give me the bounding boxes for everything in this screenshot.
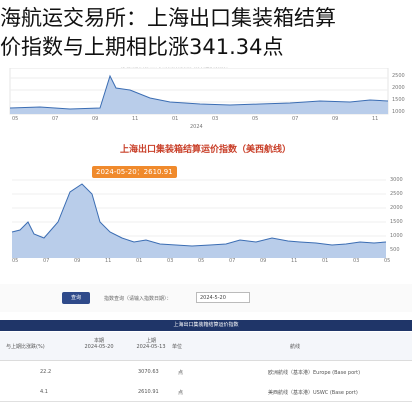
y-tick-label: 1000 xyxy=(392,109,405,115)
x-tick-label: 07 xyxy=(292,116,299,122)
col-unit: 单位 xyxy=(172,344,183,350)
table-title: 上海出口集装箱结算运价指数 xyxy=(0,320,412,331)
x-tick-label: 03 xyxy=(353,258,360,264)
x-tick-label: 09 xyxy=(74,258,81,264)
x-tick-label: 09 xyxy=(92,116,99,122)
query-label: 指数查询（请输入指数日期）： xyxy=(104,296,172,302)
headline: 海航运交易所：上海出口集装箱结算 价指数与上期相比涨341.34点 xyxy=(0,4,412,62)
y-tick-label: 500 xyxy=(390,247,400,253)
main-chart-svg xyxy=(11,179,387,258)
headline-line-1: 海航运交易所：上海出口集装箱结算 xyxy=(0,6,336,30)
x-tick-label: 01 xyxy=(136,258,143,264)
x-tick-label: 11 xyxy=(105,258,112,264)
row-prev: 2610.91 xyxy=(138,389,159,395)
x-tick-label: 03 xyxy=(212,116,219,122)
row-route: 美西航线（基本港）USWC (Base port) xyxy=(268,390,358,396)
table-row: 欧洲航线（基本港）Europe (Base port) 点 3070.63 22… xyxy=(0,361,412,382)
y-tick-label: 3000 xyxy=(390,177,403,183)
row-change: 4.1 xyxy=(40,389,48,395)
col-route: 航线 xyxy=(290,344,301,350)
x-tick-label: 07 xyxy=(43,258,50,264)
row-change: 22.2 xyxy=(40,369,52,375)
y-tick-label: 1000 xyxy=(390,233,403,239)
y-tick-label: 2500 xyxy=(392,73,405,79)
top-chart-svg xyxy=(9,68,389,115)
table-row: 美西航线（基本港）USWC (Base port) 点 2610.91 4.1 xyxy=(0,381,412,402)
y-tick-label: 1500 xyxy=(390,219,403,225)
x-tick-label: 05 xyxy=(198,258,205,264)
x-tick-label: 05 xyxy=(252,116,259,122)
x-tick-label: 01 xyxy=(172,116,179,122)
x-tick-label: 03 xyxy=(167,258,174,264)
x-tick-label: 05 xyxy=(12,258,19,264)
row-unit: 点 xyxy=(178,370,184,376)
y-tick-label: 2500 xyxy=(390,191,403,197)
row-prev: 3070.63 xyxy=(138,369,159,375)
col-prev: 上期 2024-05-13 xyxy=(136,338,166,350)
table-columns: 航线 单位 上期 2024-05-13 本期 2024-05-20 与上期比涨跌… xyxy=(0,332,412,361)
x-tick-label: 07 xyxy=(52,116,59,122)
col-curr: 本期 2024-05-20 xyxy=(84,338,114,350)
main-chart-title: 上海出口集装箱结算运价指数（美西航线） xyxy=(120,145,292,155)
date-input[interactable]: 2024-5-20 xyxy=(196,292,250,303)
top-year-label: 2024 xyxy=(190,124,203,130)
y-tick-label: 1500 xyxy=(392,97,405,103)
headline-line-2: 价指数与上期相比涨341.34点 xyxy=(0,35,284,59)
query-button[interactable]: 查询 xyxy=(62,292,90,304)
main-chart-panel: 上海出口集装箱结算运价指数（美西航线） 2024-05-20：2610.91 3… xyxy=(0,132,412,280)
row-unit: 点 xyxy=(178,390,184,396)
x-tick-label: 11 xyxy=(372,116,379,122)
x-tick-label: 11 xyxy=(291,258,298,264)
y-tick-label: 2000 xyxy=(390,205,403,211)
x-tick-label: 01 xyxy=(322,258,329,264)
x-tick-label: 09 xyxy=(260,258,267,264)
x-tick-label: 07 xyxy=(229,258,236,264)
col-change: 与上期比涨跌(%) xyxy=(6,344,45,350)
x-tick-label: 05 xyxy=(12,116,19,122)
x-tick-label: 09 xyxy=(332,116,339,122)
query-row: 查询 指数查询（请输入指数日期）： 2024-5-20 xyxy=(0,284,412,312)
x-tick-label: 11 xyxy=(132,116,139,122)
x-tick-label: 05 xyxy=(384,258,391,264)
y-tick-label: 2000 xyxy=(392,85,405,91)
main-chart-area xyxy=(12,184,386,258)
row-route: 欧洲航线（基本港）Europe (Base port) xyxy=(268,370,361,376)
